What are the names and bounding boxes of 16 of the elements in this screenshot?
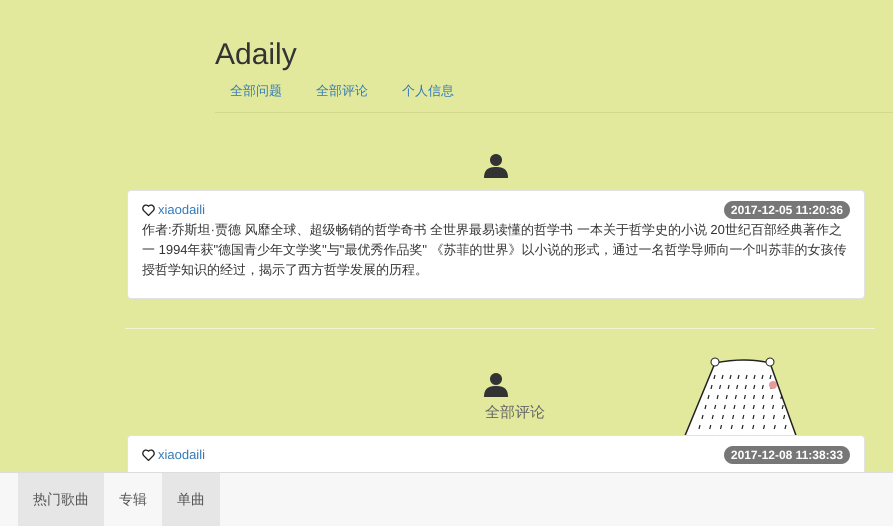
nav-link[interactable]: 全部评论 bbox=[316, 82, 368, 100]
user-icon bbox=[483, 152, 509, 178]
heart-icon bbox=[142, 449, 155, 461]
bottom-tab[interactable]: 热门歌曲 bbox=[18, 473, 104, 526]
timestamp-badge: 2017-12-05 11:20:36 bbox=[724, 201, 850, 219]
nav-link[interactable]: 个人信息 bbox=[402, 82, 454, 100]
post-text: 作者:乔斯坦·贾德 风靡全球、超级畅销的哲学奇书 全世界最易读懂的哲学书 一本关于哲学史的小说 20世纪百部经典著作之一 1994年获"德国青少年文学奖"与"最优秀作品奖" 《苏菲的世界》以小说的形式，通过一名哲学导师向一个叫苏菲的女孩传授哲学知识的经过，揭示了西方哲学发展的历程。 bbox=[142, 221, 848, 279]
nav-link[interactable]: 全部问题 bbox=[230, 82, 282, 100]
site-title: Adaily bbox=[215, 37, 298, 73]
author-link[interactable]: xiaodaili bbox=[158, 446, 205, 464]
timestamp-badge: 2017-12-08 11:38:33 bbox=[724, 446, 850, 464]
bottom-tab[interactable]: 单曲 bbox=[162, 473, 220, 526]
section-label: 全部评论 bbox=[485, 403, 545, 423]
user-icon bbox=[483, 371, 509, 397]
author-link[interactable]: xiaodaili bbox=[158, 201, 205, 219]
heart-icon bbox=[142, 204, 155, 216]
